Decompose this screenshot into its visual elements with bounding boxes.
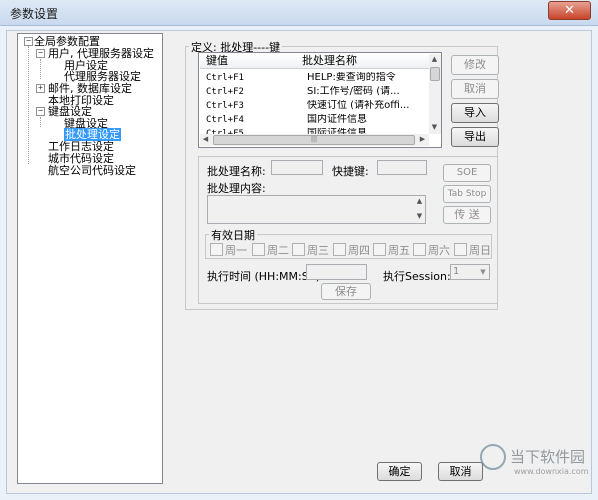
tuesday-label: 周二	[267, 244, 289, 257]
tree-line	[28, 46, 29, 164]
title-bar	[0, 0, 598, 26]
wednesday-checkbox[interactable]	[292, 243, 305, 256]
exec-time-input[interactable]	[306, 264, 367, 280]
scroll-thumb[interactable]	[430, 67, 440, 81]
vertical-scrollbar[interactable]: ▲ ▼	[429, 54, 441, 134]
valid-date-label: 有效日期	[209, 227, 257, 243]
scroll-up-icon[interactable]: ▲	[414, 197, 425, 206]
friday-checkbox[interactable]	[373, 243, 386, 256]
ok-button[interactable]: 确定	[377, 462, 422, 481]
hotkey-label: 快捷键:	[332, 165, 369, 178]
horizontal-scrollbar[interactable]: ◀ ||| ▶	[200, 134, 429, 146]
sunday-label: 周日	[469, 244, 491, 257]
batch-content-label: 批处理内容:	[207, 182, 266, 195]
watermark-text: 当下软件园	[510, 448, 586, 466]
batch-name-label: 批处理名称:	[207, 165, 266, 178]
tree-line	[40, 59, 41, 79]
scroll-left-icon[interactable]: ◀	[200, 134, 211, 145]
import-button[interactable]: 导入	[451, 103, 499, 123]
row-key[interactable]: Ctrl+F4	[206, 114, 244, 126]
row-name[interactable]: 快速订位 (请补充offi...	[307, 100, 429, 112]
modify-button[interactable]: 修改	[451, 55, 499, 75]
batch-content-input[interactable]: ▲ ▼	[207, 195, 426, 224]
batch-name-input[interactable]	[271, 160, 323, 175]
monday-checkbox[interactable]	[210, 243, 223, 256]
monday-label: 周一	[225, 244, 247, 257]
watermark-url: www.downxia.com	[514, 467, 589, 476]
chevron-down-icon[interactable]: ▼	[477, 266, 489, 278]
exec-session-label: 执行Session:	[383, 270, 451, 283]
scroll-up-icon[interactable]: ▲	[429, 54, 440, 65]
column-header-name[interactable]: 批处理名称	[296, 54, 436, 69]
exec-session-select[interactable]: 1 ▼	[450, 264, 490, 280]
collapse-icon[interactable]: −	[36, 107, 45, 116]
close-button[interactable]: ✕	[548, 1, 591, 20]
hotkey-input[interactable]	[377, 160, 427, 175]
cancel-edit-button[interactable]: 取消	[451, 79, 499, 99]
export-button[interactable]: 导出	[451, 127, 499, 147]
row-name[interactable]: HELP:要查询的指令	[307, 72, 429, 84]
collapse-icon[interactable]: −	[36, 49, 45, 58]
row-name[interactable]: 国内证件信息	[307, 114, 429, 126]
thursday-label: 周四	[348, 244, 370, 257]
scroll-grip[interactable]: |||	[213, 135, 415, 145]
row-name[interactable]: SI:工作号/密码 (请...	[307, 86, 429, 98]
watermark-logo	[480, 444, 506, 470]
send-button[interactable]: 传 送	[443, 206, 491, 224]
scroll-right-icon[interactable]: ▶	[417, 134, 428, 145]
row-key[interactable]: Ctrl+F2	[206, 86, 244, 98]
friday-label: 周五	[388, 244, 410, 257]
save-button[interactable]: 保存	[321, 283, 371, 300]
wednesday-label: 周三	[307, 244, 329, 257]
tab-stop-button[interactable]: Tab Stop	[443, 185, 491, 203]
row-key[interactable]: Ctrl+F3	[206, 100, 244, 112]
sunday-checkbox[interactable]	[454, 243, 467, 256]
tree-line	[40, 117, 41, 127]
scroll-down-icon[interactable]: ▼	[429, 122, 440, 133]
thursday-checkbox[interactable]	[333, 243, 346, 256]
collapse-icon[interactable]: −	[24, 37, 33, 46]
valid-date-group: 有效日期 周一 周二 周三 周四 周五 周六 周日	[205, 227, 492, 259]
batch-list[interactable]: 键值 批处理名称 Ctrl+F1 HELP:要查询的指令 Ctrl+F2 SI:…	[198, 52, 442, 148]
tuesday-checkbox[interactable]	[252, 243, 265, 256]
soe-button[interactable]: SOE	[443, 164, 491, 182]
expand-icon[interactable]: +	[36, 84, 45, 93]
row-key[interactable]: Ctrl+F1	[206, 72, 244, 84]
exec-session-value: 1	[453, 266, 460, 277]
column-header-key[interactable]: 键值	[200, 54, 303, 69]
scroll-down-icon[interactable]: ▼	[414, 212, 425, 221]
window-title: 参数设置	[10, 7, 59, 21]
cancel-button[interactable]: 取消	[438, 462, 483, 481]
saturday-checkbox[interactable]	[413, 243, 426, 256]
saturday-label: 周六	[428, 244, 450, 257]
tree-node-airline-code[interactable]: 航空公司代码设定	[48, 165, 136, 177]
settings-tree[interactable]: − 全局参数配置 − 用户, 代理服务器设定 用户设定 代理服务器设定 + 邮件…	[17, 33, 163, 484]
